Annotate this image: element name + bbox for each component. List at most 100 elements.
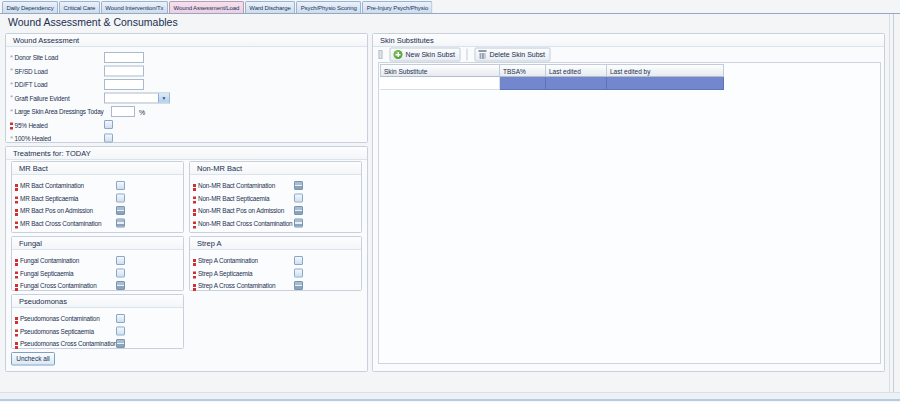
treatment-label: Pseudomonas Contamination <box>20 315 100 323</box>
treatment-row: MR Bact Septicaemia <box>12 193 183 206</box>
dropdown-button[interactable]: ▾ <box>158 94 169 103</box>
checkbox[interactable] <box>294 256 303 265</box>
checkbox[interactable] <box>116 281 125 290</box>
checkbox[interactable] <box>116 194 125 203</box>
field-label: Large Skin Area Dressings Today <box>15 108 104 116</box>
treatment-label: Non-MR Bact Pos on Admission <box>198 207 284 215</box>
checkbox[interactable] <box>104 134 113 143</box>
checkbox[interactable] <box>294 281 303 290</box>
treatments-panel-title: Treatments for: TODAY <box>6 147 367 160</box>
treatment-label: Pseudomonas Septicaemia <box>20 328 94 336</box>
treatment-row: MR Bact Cross Contamination <box>12 218 183 231</box>
checkbox[interactable] <box>116 181 125 190</box>
percent-input[interactable] <box>111 106 135 117</box>
treatments-panel: Treatments for: TODAY MR Bact MR Bact Con… <box>5 146 368 372</box>
dropdown-input[interactable]: ▾ <box>104 93 170 104</box>
checkbox[interactable] <box>116 206 125 215</box>
field-row: 95% Healed <box>6 119 367 133</box>
column-header-tbsa-[interactable]: TBSA% <box>500 64 546 77</box>
checkbox[interactable] <box>294 206 303 215</box>
treatment-label: Non-MR Bact Contamination <box>198 182 275 190</box>
table-cell[interactable] <box>500 77 546 90</box>
field-row: *DD/FT Load <box>6 78 367 92</box>
treatment-group-fungal: FungalFungal ContaminationFungal Septica… <box>11 236 184 291</box>
tab-daily-dependency[interactable]: Daily Dependency <box>2 1 58 13</box>
treatment-row: Strep A Septicaemia <box>190 268 361 281</box>
skin-substitutes-panel-title: Skin Substitutes <box>373 34 884 47</box>
table-cell[interactable] <box>546 77 607 90</box>
treatment-group-mr-bact: MR Bact MR Bact ContaminationMR Bact Sept… <box>11 161 184 233</box>
text-input[interactable] <box>104 79 144 90</box>
treatment-row: Non-MR Bact Septicaemia <box>190 193 361 206</box>
checkbox[interactable] <box>116 256 125 265</box>
tab-psych-physio-scoring[interactable]: Psych/Physio Scoring <box>296 1 361 13</box>
checkbox[interactable] <box>294 181 303 190</box>
treatment-row: Non-MR Bact Contamination <box>190 180 361 193</box>
field-label: 95% Healed <box>15 122 48 130</box>
field-label: Graft Failure Evident <box>15 95 70 103</box>
treatment-row: Fungal Contamination <box>12 255 183 268</box>
bottom-accent-line <box>0 399 900 401</box>
checkbox[interactable] <box>104 120 113 129</box>
table-cell[interactable] <box>380 77 500 90</box>
checkbox[interactable] <box>294 194 303 203</box>
treatment-label: Pseudomonas Cross Contamination <box>20 340 117 348</box>
new-skin-subst-label: New Skin Subst <box>406 51 455 59</box>
treatment-group-title: Non-MR Bact <box>190 162 361 175</box>
treatment-label: Strep A Contamination <box>198 257 258 265</box>
tab-ward-discharge[interactable]: Ward Discharge <box>245 1 295 13</box>
treatment-label: Non-MR Bact Cross Contamination <box>198 220 293 228</box>
tab-pre-injury-psych-physio[interactable]: Pre-Injury Psych/Physio <box>362 1 432 13</box>
checkbox[interactable] <box>116 219 125 228</box>
percent-suffix: % <box>139 108 145 116</box>
treatment-group-title: Strep A <box>190 237 361 250</box>
treatment-group-title: Pseudomonas <box>12 295 183 308</box>
table-row[interactable] <box>380 77 724 90</box>
uncheck-all-button[interactable]: Uncheck all <box>11 352 55 366</box>
field-label: SF/SD Load <box>15 68 48 76</box>
treatment-group-title: MR Bact <box>12 162 183 175</box>
field-label: DD/FT Load <box>15 81 48 89</box>
checkbox[interactable] <box>116 339 125 348</box>
treatment-label: MR Bact Cross Contamination <box>20 220 101 228</box>
add-icon <box>394 50 403 59</box>
field-row: *Large Skin Area Dressings Today% <box>6 105 367 119</box>
treatment-row: Fungal Cross Contamination <box>12 280 183 293</box>
treatment-row: Pseudomonas Septicaemia <box>12 326 183 339</box>
wound-assessment-panel: Wound Assessment *Donor Site Load*SF/SD … <box>5 33 368 143</box>
new-skin-subst-button[interactable]: New Skin Subst <box>390 48 461 62</box>
window-border-inner <box>893 14 894 392</box>
field-label: Donor Site Load <box>15 54 59 62</box>
checkbox[interactable] <box>294 219 303 228</box>
treatment-group-pseudomonas: Pseudomonas Pseudomonas Contamination Pseu… <box>11 294 184 349</box>
page-title: Wound Assessment & Consumables <box>8 17 178 29</box>
field-row: *Graft Failure Evident▾ <box>6 92 367 106</box>
column-header-last-edited[interactable]: Last edited <box>546 64 607 77</box>
treatment-row: Non-MR Bact Pos on Admission <box>190 205 361 218</box>
delete-skin-subst-label: Delete Skin Subst <box>489 51 545 59</box>
table-cell[interactable] <box>607 77 724 90</box>
checkbox[interactable] <box>116 314 125 323</box>
skin-substitutes-toolbar: New Skin Subst Delete Skin Subst <box>376 47 551 62</box>
column-header-skin-substitute[interactable]: Skin Substitute <box>380 64 500 77</box>
column-header-last-edited-by[interactable]: Last edited by <box>607 64 724 77</box>
checkbox[interactable] <box>116 327 125 336</box>
treatment-label: MR Bact Pos on Admission <box>20 207 93 215</box>
window-border-outer <box>889 14 890 392</box>
tab-wound-intervention-tx[interactable]: Wound Intervention/Tx <box>101 1 168 13</box>
tab-wound-assessment-load[interactable]: Wound Assessment/Load <box>169 1 244 13</box>
treatment-label: Fungal Contamination <box>20 257 79 265</box>
field-label: 100% Healed <box>15 135 52 143</box>
text-input[interactable] <box>104 66 144 77</box>
checkbox[interactable] <box>116 269 125 278</box>
text-input[interactable] <box>104 52 144 63</box>
skin-substitutes-grid: Skin SubstituteTBSA%Last editedLast edit… <box>378 62 881 364</box>
delete-skin-subst-button[interactable]: Delete Skin Subst <box>474 48 550 62</box>
treatment-row: MR Bact Contamination <box>12 180 183 193</box>
tab-critical-care[interactable]: Critical Care <box>59 1 100 13</box>
treatment-group-non-mr-bact: Non-MR Bact Non-MR Bact Contamination Non-… <box>189 161 362 233</box>
trash-icon <box>478 50 486 59</box>
checkbox[interactable] <box>294 269 303 278</box>
treatment-row: Strep A Cross Contamination <box>190 280 361 293</box>
skin-substitutes-panel: Skin Substitutes New Skin Subst Delete S… <box>372 33 885 372</box>
